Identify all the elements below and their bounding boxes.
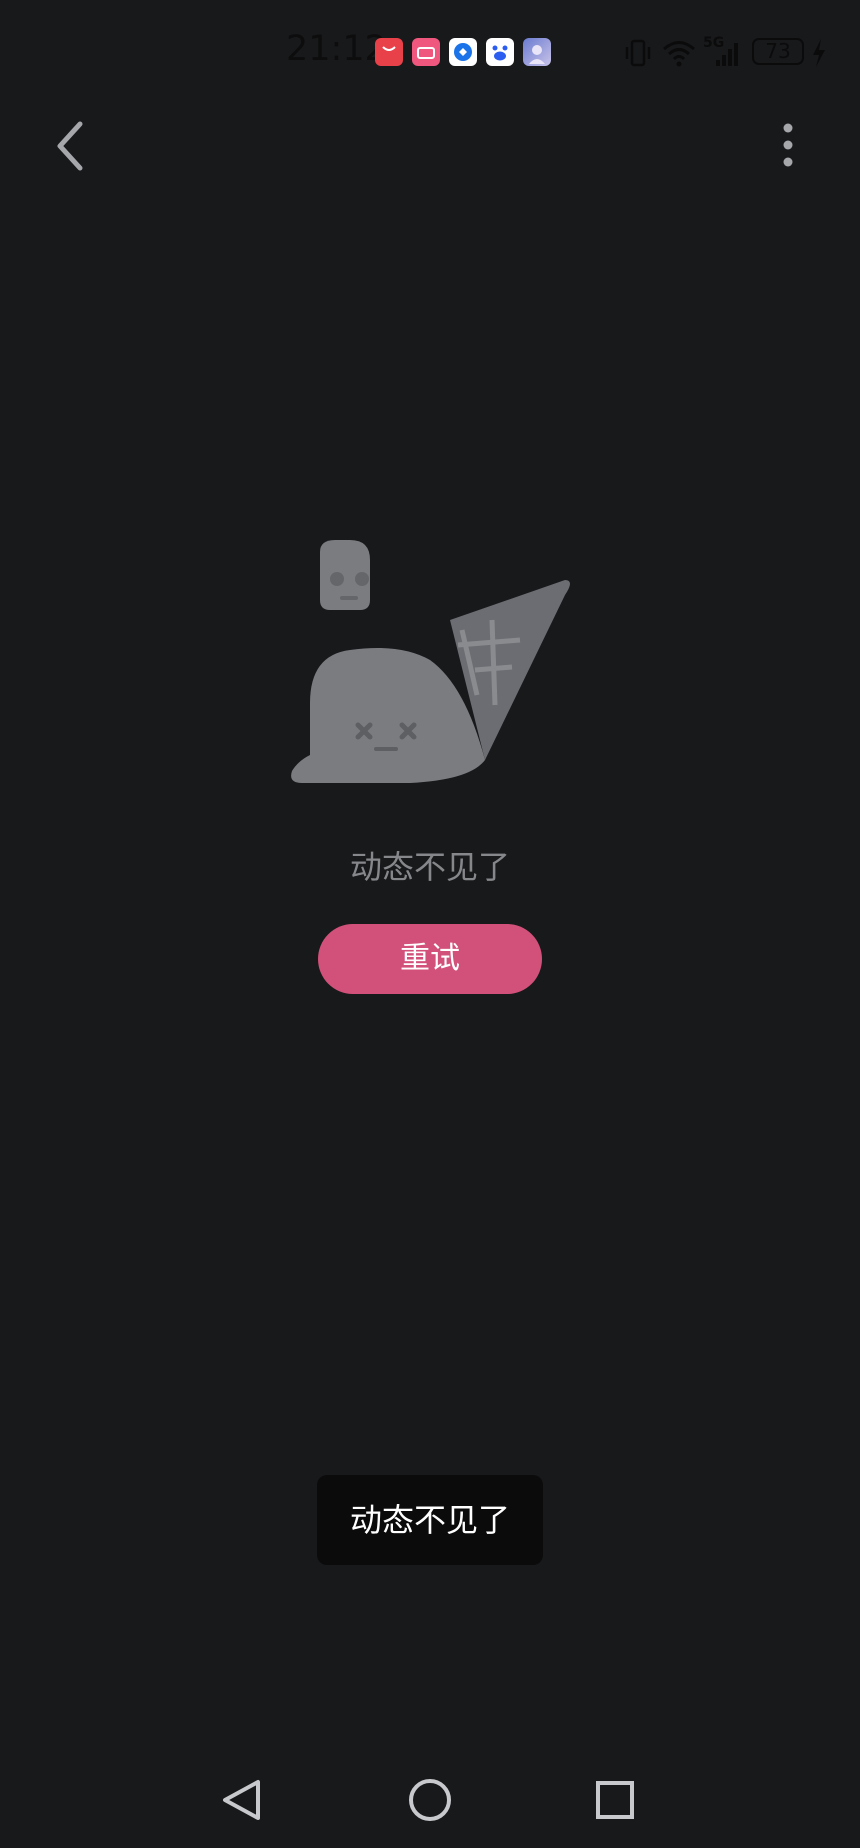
dropped-ice-cream-illustration (291, 540, 570, 783)
more-vertical-icon (783, 123, 793, 167)
square-recents-icon (596, 1781, 634, 1819)
battery-icon: 73 (752, 38, 804, 65)
back-button[interactable] (46, 116, 98, 176)
avatar-icon (523, 38, 551, 66)
circle-home-icon (409, 1779, 451, 1821)
nav-home-button[interactable] (390, 1760, 470, 1840)
bilibili-icon (412, 38, 440, 66)
status-bar: 21:12 5G 73 (0, 0, 860, 104)
empty-state-message: 动态不见了 (349, 848, 510, 886)
5g-signal-icon (716, 43, 738, 66)
toast-message: 动态不见了 (317, 1475, 543, 1565)
retry-button[interactable]: 重试 (318, 924, 542, 994)
aliexpress-icon (375, 38, 403, 66)
vibrate-icon (625, 39, 651, 67)
screen: 21:12 5G 73 动态不见了 重试 动态不见了 (0, 0, 860, 1848)
more-options-button[interactable] (770, 116, 806, 176)
triangle-back-icon (223, 1780, 260, 1820)
wifi-icon (663, 41, 695, 67)
baidu-icon (486, 38, 514, 66)
charging-icon (813, 39, 825, 67)
nav-recents-button[interactable] (575, 1760, 655, 1840)
chevron-left-icon (57, 121, 83, 171)
status-time: 21:12 (286, 29, 387, 69)
system-navigation-bar (0, 1760, 860, 1848)
app-icon (449, 38, 477, 66)
nav-back-button[interactable] (203, 1760, 283, 1840)
